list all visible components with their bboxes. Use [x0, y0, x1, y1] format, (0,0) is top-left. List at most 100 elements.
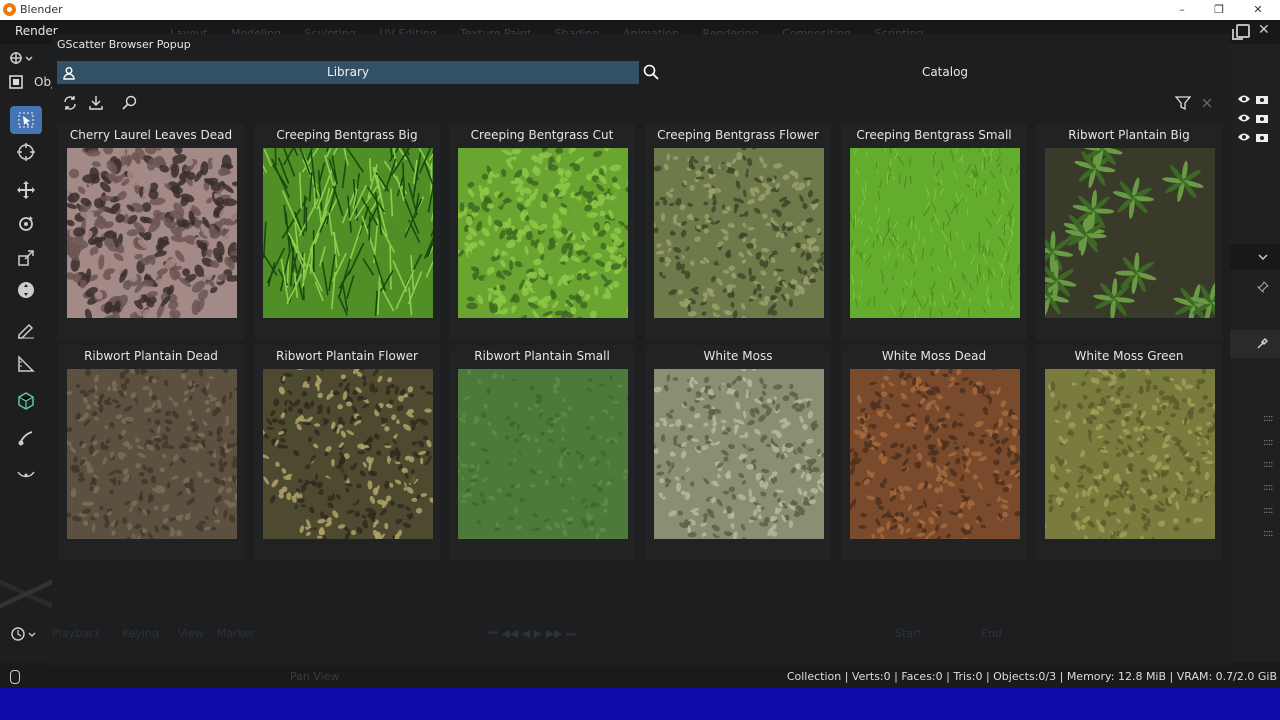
clock-icon [11, 627, 36, 641]
asset-card[interactable]: Cherry Laurel Leaves Dead [58, 124, 244, 340]
asset-name: Creeping Bentgrass Flower [657, 128, 819, 142]
duplicate-window-icon[interactable] [1232, 24, 1250, 40]
mouse-icon [10, 670, 20, 684]
download-icon[interactable] [87, 94, 105, 112]
drag-handle-icon[interactable]: :::: [1263, 528, 1274, 539]
asset-card[interactable]: White Moss Dead [841, 345, 1027, 561]
asset-thumbnail[interactable] [263, 148, 433, 318]
rotate-tool[interactable] [10, 210, 42, 238]
asset-thumbnail[interactable] [654, 369, 824, 539]
move-tool[interactable] [10, 176, 42, 204]
add-cube-tool[interactable] [10, 386, 42, 414]
asset-thumbnail[interactable] [67, 148, 237, 318]
blender-logo-icon [3, 3, 16, 16]
filter-icon[interactable] [1174, 94, 1192, 112]
minimize-icon[interactable]: – [1174, 2, 1190, 18]
pin-icon[interactable] [1256, 280, 1270, 294]
asset-thumbnail[interactable] [850, 148, 1020, 318]
asset-thumbnail[interactable] [263, 369, 433, 539]
timeline-playback-menu[interactable]: Playback [52, 627, 101, 640]
gscatter-browser-popup: GScatter Browser Popup Library Catalog C… [52, 34, 1230, 682]
select-box-tool[interactable] [10, 106, 42, 134]
window-title: Blender [20, 3, 63, 16]
visibility-eye-icon[interactable] [1237, 92, 1251, 106]
eyedropper-icon[interactable] [1256, 336, 1270, 350]
asset-card[interactable]: Ribwort Plantain Flower [254, 345, 440, 561]
asset-name: Creeping Bentgrass Small [856, 128, 1012, 142]
ruler-icon [18, 355, 35, 372]
object-mode-selector[interactable]: Obj [8, 72, 54, 92]
refresh-icon[interactable] [61, 94, 79, 112]
scale-tool[interactable] [10, 244, 42, 272]
render-camera-icon[interactable] [1255, 111, 1269, 125]
timeline-end-label: End [981, 627, 1002, 640]
right-panel-field [1230, 330, 1280, 358]
annotate-tool[interactable] [10, 316, 42, 344]
asset-card[interactable]: Ribwort Plantain Dead [58, 345, 244, 561]
rotate-icon [19, 216, 33, 231]
measure-tool[interactable] [10, 350, 42, 378]
left-toolbar: Obj [0, 44, 54, 664]
drag-handle-icon[interactable]: :::: [1263, 437, 1274, 448]
move-icon [17, 181, 35, 199]
asset-thumbnail[interactable] [458, 148, 628, 318]
find-icon[interactable] [121, 94, 139, 112]
tab-library-label: Library [327, 65, 369, 79]
asset-name: White Moss Green [1074, 349, 1184, 363]
tab-catalog[interactable]: Catalog [665, 61, 1225, 84]
asset-name: White Moss Dead [881, 349, 987, 363]
asset-card[interactable]: Creeping Bentgrass Flower [645, 124, 831, 340]
render-camera-icon[interactable] [1255, 92, 1269, 106]
asset-card[interactable]: Creeping Bentgrass Big [254, 124, 440, 340]
asset-thumbnail[interactable] [458, 369, 628, 539]
asset-thumbnail[interactable] [1045, 369, 1215, 539]
timeline-marker-menu[interactable]: Marker [217, 627, 255, 640]
asset-thumbnail[interactable] [850, 369, 1020, 539]
curve-dots-icon [17, 471, 35, 478]
tab-library[interactable]: Library [57, 61, 639, 84]
timeline-editor-type[interactable] [0, 622, 52, 646]
asset-card[interactable]: Ribwort Plantain Big [1036, 124, 1222, 340]
popup-tab-row: Library Catalog [57, 61, 1225, 84]
timeline-view-menu[interactable]: View [178, 627, 204, 640]
scatter-brush-tool[interactable] [10, 424, 42, 452]
asset-name: Creeping Bentgrass Big [276, 128, 418, 142]
asset-name: Creeping Bentgrass Cut [470, 128, 614, 142]
timeline-keying-menu[interactable]: Keying [122, 627, 159, 640]
asset-thumbnail[interactable] [67, 369, 237, 539]
asset-card[interactable]: White Moss [645, 345, 831, 561]
scatter-dots-tool[interactable] [10, 458, 42, 486]
cube-add-icon [18, 392, 34, 410]
visibility-eye-icon[interactable] [1237, 130, 1251, 144]
close-popup-icon[interactable]: ✕ [1258, 22, 1270, 38]
chevron-down-icon[interactable] [1256, 250, 1270, 264]
render-camera-icon[interactable] [1255, 130, 1269, 144]
asset-thumbnail[interactable] [1045, 148, 1215, 318]
close-window-icon[interactable]: ✕ [1250, 2, 1266, 18]
cursor-tool[interactable] [10, 138, 42, 166]
statusbar-hint: Pan View [290, 670, 340, 683]
drag-handle-icon[interactable]: :::: [1263, 413, 1274, 424]
visibility-eye-icon[interactable] [1237, 111, 1251, 125]
asset-card[interactable]: Creeping Bentgrass Cut [449, 124, 635, 340]
asset-card[interactable]: Ribwort Plantain Small [449, 345, 635, 561]
transform-tool[interactable] [10, 276, 42, 304]
timeline-start-label: Start [895, 627, 922, 640]
search-icon[interactable] [643, 64, 659, 84]
asset-name: Ribwort Plantain Small [474, 349, 610, 363]
asset-card[interactable]: White Moss Green [1036, 345, 1222, 561]
os-titlebar: Blender – ❐ ✕ [0, 0, 1280, 20]
editor-type-button[interactable] [8, 48, 34, 68]
pencil-icon [18, 323, 34, 339]
clear-filter-icon[interactable] [1198, 94, 1216, 112]
asset-thumbnail[interactable] [654, 148, 824, 318]
drag-handle-icon[interactable]: :::: [1263, 482, 1274, 493]
playback-controls-icon[interactable]: ⏮ ◀◀ ◀ ▶ ▶▶ ⏭ [488, 627, 576, 641]
editor-type-icon [10, 52, 33, 64]
brush-icon [18, 431, 33, 446]
drag-handle-icon[interactable]: :::: [1263, 505, 1274, 516]
restore-icon[interactable]: ❐ [1211, 2, 1227, 18]
asset-card[interactable]: Creeping Bentgrass Small [841, 124, 1027, 340]
scale-icon [18, 250, 34, 266]
drag-handle-icon[interactable]: :::: [1263, 459, 1274, 470]
